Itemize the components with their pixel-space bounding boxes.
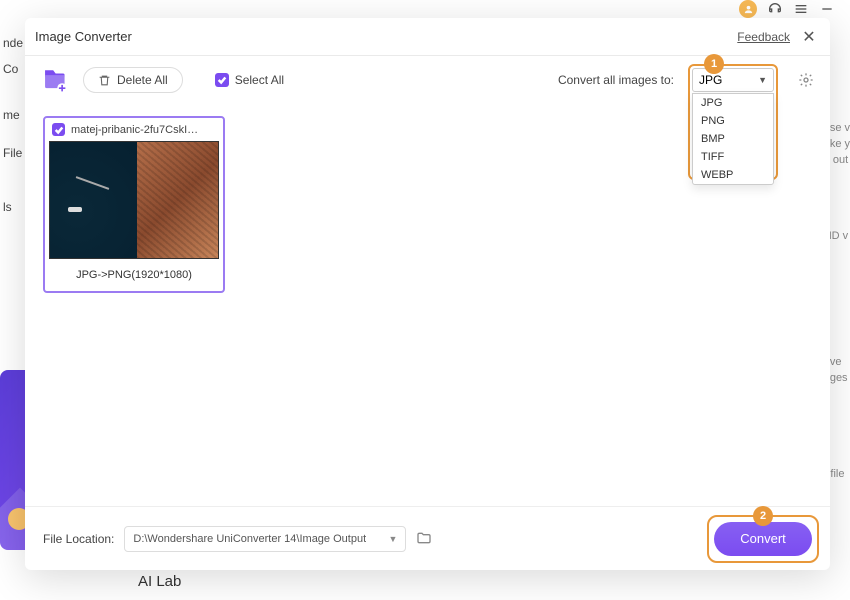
select-all-label: Select All — [235, 73, 284, 87]
bg-sidebar-fragments: nde Co me File ls — [0, 30, 20, 220]
trash-icon — [98, 74, 111, 87]
image-thumbnail[interactable]: matej-pribanic-2fu7CskIT... JPG->PNG(192… — [43, 116, 225, 293]
convert-to-label: Convert all images to: — [558, 73, 674, 87]
thumbnail-preview — [49, 141, 219, 259]
select-all-checkbox[interactable]: Select All — [215, 73, 284, 87]
thumbnail-filename: matej-pribanic-2fu7CskIT... — [71, 124, 201, 136]
close-icon[interactable]: ✕ — [800, 27, 818, 47]
file-location-path: D:\Wondershare UniConverter 14\Image Out… — [133, 533, 366, 545]
folder-icon — [416, 530, 432, 546]
format-dropdown: JPG PNG BMP TIFF WEBP — [692, 93, 774, 185]
headset-icon[interactable] — [767, 1, 783, 17]
file-location-select[interactable]: D:\Wondershare UniConverter 14\Image Out… — [124, 526, 406, 552]
add-files-button[interactable] — [39, 65, 69, 95]
checkbox-checked-icon — [215, 73, 229, 87]
minimize-icon[interactable] — [819, 1, 835, 17]
format-option-jpg[interactable]: JPG — [693, 94, 773, 112]
feedback-link[interactable]: Feedback — [737, 30, 790, 44]
callout-badge-2: 2 — [753, 506, 773, 526]
convert-button[interactable]: Convert — [714, 522, 812, 556]
ai-lab-label: AI Lab — [138, 573, 181, 590]
thumbnail-checkbox[interactable] — [52, 123, 65, 136]
chevron-down-icon: ▼ — [388, 534, 397, 544]
format-select[interactable]: JPG ▼ — [692, 68, 774, 92]
format-option-png[interactable]: PNG — [693, 112, 773, 130]
settings-button[interactable] — [796, 70, 816, 90]
file-location-label: File Location: — [43, 532, 114, 546]
open-folder-button[interactable] — [416, 530, 434, 548]
format-option-tiff[interactable]: TIFF — [693, 148, 773, 166]
avatar[interactable] — [739, 0, 757, 18]
menu-icon[interactable] — [793, 1, 809, 17]
delete-all-label: Delete All — [117, 73, 168, 87]
thumbnail-caption: JPG->PNG(1920*1080) — [45, 259, 223, 291]
image-converter-modal: Image Converter Feedback ✕ Delete All Se… — [25, 18, 830, 570]
gear-icon — [798, 72, 814, 88]
delete-all-button[interactable]: Delete All — [83, 67, 183, 93]
format-option-webp[interactable]: WEBP — [693, 166, 773, 184]
callout-badge-1: 1 — [704, 54, 724, 74]
modal-title: Image Converter — [35, 29, 132, 44]
format-option-bmp[interactable]: BMP — [693, 130, 773, 148]
format-selected-value: JPG — [699, 73, 722, 87]
chevron-down-icon: ▼ — [758, 75, 767, 85]
